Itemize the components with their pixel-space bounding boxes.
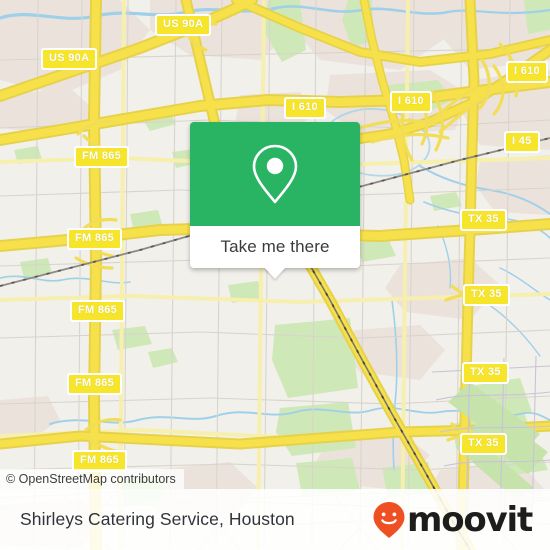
highway-shield: I 610: [284, 97, 326, 119]
location-pin-icon: [252, 144, 298, 204]
highway-shield: FM 865: [70, 300, 126, 322]
take-me-there-button[interactable]: Take me there: [190, 226, 360, 279]
take-me-there-label: Take me there: [220, 237, 330, 256]
moovit-logo[interactable]: moovit: [372, 499, 533, 540]
map-screenshot: US 90A US 90A I 610 I 610 I 610 I 45 FM 865 FM …: [0, 0, 550, 550]
footer-bar: Shirleys Catering Service, Houston moovi…: [0, 489, 550, 550]
popup-image-area: [190, 122, 360, 226]
highway-shield: TX 35: [462, 362, 509, 384]
highway-shield: TX 35: [460, 209, 507, 231]
osm-attribution[interactable]: © OpenStreetMap contributors: [0, 469, 184, 489]
popup-pointer: [264, 267, 286, 279]
highway-shield: TX 35: [463, 284, 510, 306]
highway-shield: I 610: [390, 91, 432, 113]
highway-shield: FM 865: [67, 228, 123, 250]
highway-shield: US 90A: [41, 48, 98, 70]
highway-shield: I 610: [506, 61, 548, 83]
highway-shield: TX 35: [460, 433, 507, 455]
moovit-pin-icon: [373, 501, 405, 538]
highway-shield: FM 865: [74, 146, 130, 168]
highway-shield: US 90A: [155, 14, 212, 36]
place-popup-card[interactable]: Take me there: [190, 122, 360, 279]
highway-shield: I 45: [504, 131, 540, 153]
place-title: Shirleys Catering Service, Houston: [20, 509, 295, 529]
highway-shield: FM 865: [67, 373, 123, 395]
moovit-wordmark: moovit: [406, 499, 533, 540]
